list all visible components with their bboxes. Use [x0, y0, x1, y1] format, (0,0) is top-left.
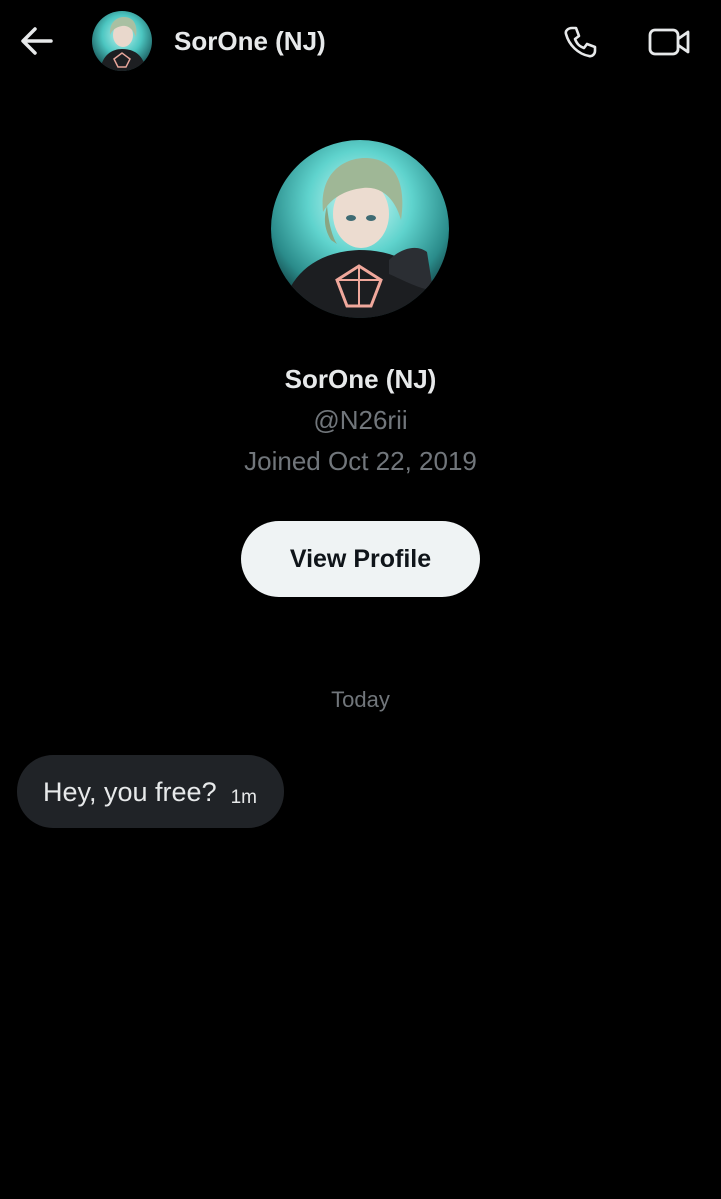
view-profile-button[interactable]: View Profile: [241, 521, 480, 597]
avatar-image: [271, 140, 449, 318]
message-timestamp: 1m: [230, 786, 257, 808]
arrow-left-icon: [21, 27, 53, 55]
message-text: Hey, you free?: [43, 776, 217, 807]
received-message-bubble[interactable]: Hey, you free? 1m: [17, 755, 284, 828]
profile-avatar[interactable]: [271, 140, 449, 318]
video-call-button[interactable]: [645, 22, 693, 62]
profile-joined-date: Joined Oct 22, 2019: [244, 446, 477, 476]
profile-display-name: SorOne (NJ): [284, 364, 437, 394]
date-divider: Today: [331, 687, 390, 712]
profile-handle: @N26rii: [313, 405, 408, 435]
avatar-image: [92, 11, 152, 71]
conversation-header: SorOne (NJ): [0, 0, 721, 82]
call-button[interactable]: [560, 22, 600, 62]
back-button[interactable]: [18, 22, 56, 60]
header-avatar[interactable]: [92, 11, 152, 71]
video-camera-icon: [648, 28, 690, 56]
contact-name[interactable]: SorOne (NJ): [174, 24, 326, 58]
phone-icon: [564, 26, 597, 58]
